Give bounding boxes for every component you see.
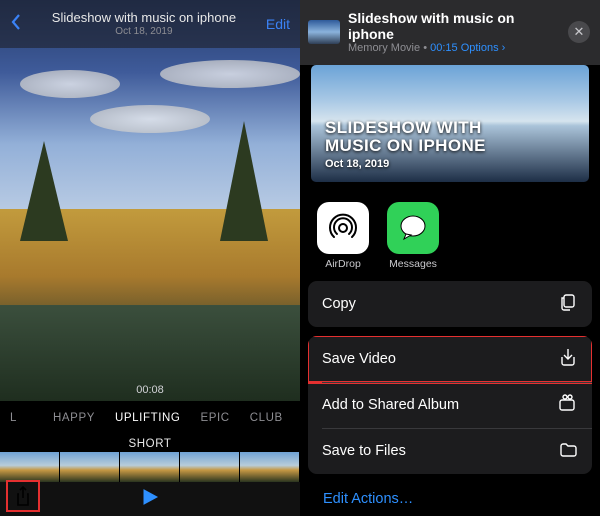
add-shared-album-action[interactable]: Add to Shared Album	[308, 382, 592, 428]
thumbnail[interactable]	[120, 452, 180, 482]
back-icon[interactable]	[10, 13, 22, 36]
messages-app[interactable]: Messages	[378, 202, 448, 270]
add-shared-label: Add to Shared Album	[322, 397, 459, 413]
copy-icon	[558, 292, 578, 316]
share-sheet-pane: Slideshow with music on iphone Memory Mo…	[300, 0, 600, 516]
thumbnail-strip[interactable]	[0, 452, 300, 482]
slideshow-editor-pane: Slideshow with music on iphone Oct 18, 2…	[0, 0, 300, 516]
hero-line1: SLIDESHOW WITH	[325, 119, 486, 136]
close-button[interactable]: ✕	[568, 21, 590, 43]
mood-selector[interactable]: L HAPPY UPLIFTING EPIC CLUB EX	[0, 405, 300, 431]
hero-preview: SLIDESHOW WITH MUSIC ON IPHONE Oct 18, 2…	[311, 65, 589, 182]
share-title: Slideshow with music on iphone	[348, 10, 560, 42]
save-video-label: Save Video	[322, 351, 396, 367]
messages-label: Messages	[378, 258, 448, 270]
airdrop-label: AirDrop	[308, 258, 378, 270]
copy-label: Copy	[322, 296, 356, 312]
airdrop-icon	[317, 202, 369, 254]
folder-icon	[558, 439, 578, 463]
playback-toolbar	[0, 482, 300, 516]
airdrop-app[interactable]: AirDrop	[308, 202, 378, 270]
share-header-thumbnail	[308, 20, 340, 44]
actions-list: Copy Save Video Add to Shared Album	[300, 276, 600, 515]
thumbnail[interactable]	[240, 452, 300, 482]
messages-icon	[387, 202, 439, 254]
length-label[interactable]: SHORT	[128, 438, 171, 450]
play-button[interactable]	[141, 488, 159, 511]
thumbnail[interactable]	[60, 452, 120, 482]
share-subtitle: Memory Movie • 00:15 Options ›	[348, 42, 560, 55]
edit-button[interactable]: Edit	[266, 16, 290, 32]
playback-time: 00:08	[136, 384, 164, 396]
mood-item[interactable]: L	[10, 412, 17, 424]
hero-line2: MUSIC ON IPHONE	[325, 137, 486, 154]
header-title-block: Slideshow with music on iphone Oct 18, 2…	[22, 11, 266, 36]
mood-item[interactable]: CLUB	[250, 412, 283, 424]
copy-action[interactable]: Copy	[308, 281, 592, 327]
share-header: Slideshow with music on iphone Memory Mo…	[300, 0, 600, 65]
edit-actions-link[interactable]: Edit Actions…	[308, 483, 592, 515]
hero-date: Oct 18, 2019	[325, 158, 486, 170]
mood-item[interactable]: HAPPY	[53, 412, 95, 424]
thumbnail[interactable]	[180, 452, 240, 482]
mood-item[interactable]: EPIC	[200, 412, 229, 424]
share-button[interactable]	[6, 480, 40, 512]
share-apps-row: AirDrop Messages	[300, 182, 600, 276]
shared-album-icon	[556, 393, 578, 417]
options-link[interactable]: Options ›	[461, 42, 506, 54]
header-date: Oct 18, 2019	[22, 26, 266, 37]
save-video-action[interactable]: Save Video	[308, 336, 592, 382]
thumbnail[interactable]	[0, 452, 60, 482]
mood-item-selected[interactable]: UPLIFTING	[115, 412, 180, 424]
download-icon	[558, 347, 578, 371]
nav-header: Slideshow with music on iphone Oct 18, 2…	[0, 0, 300, 48]
save-to-files-action[interactable]: Save to Files	[308, 428, 592, 474]
header-title: Slideshow with music on iphone	[22, 11, 266, 25]
save-files-label: Save to Files	[322, 443, 406, 459]
main-photo[interactable]	[0, 0, 300, 401]
